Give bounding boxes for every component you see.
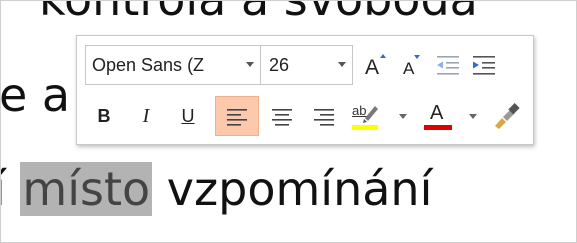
increase-indent-button[interactable] bbox=[467, 45, 501, 85]
align-center-button[interactable] bbox=[265, 96, 299, 136]
highlight-dropdown-arrow[interactable] bbox=[399, 114, 407, 119]
align-right-icon bbox=[314, 109, 334, 126]
font-size-value: 26 bbox=[269, 55, 290, 75]
mini-toolbar: Open Sans (Z 26 A A B I U ab A bbox=[76, 35, 534, 145]
font-name-value: Open Sans (Z bbox=[92, 55, 205, 75]
text-before-selection[interactable]: í bbox=[1, 162, 20, 216]
shrink-font-icon: A bbox=[399, 52, 425, 78]
font-color-icon: A bbox=[423, 101, 453, 131]
chevron-down-icon bbox=[338, 62, 346, 67]
grow-font-icon: A bbox=[363, 52, 389, 78]
decrease-indent-button[interactable] bbox=[431, 45, 465, 85]
shrink-font-button[interactable]: A bbox=[395, 45, 429, 85]
decrease-indent-icon bbox=[437, 56, 459, 75]
underline-label: U bbox=[181, 106, 195, 126]
bold-label: B bbox=[97, 106, 111, 126]
align-right-button[interactable] bbox=[307, 96, 341, 136]
format-painter-button[interactable] bbox=[489, 96, 523, 136]
italic-label: I bbox=[142, 105, 150, 127]
highlight-color-icon: ab bbox=[351, 101, 381, 131]
document-canvas[interactable]: kontrola a svoboda e a í místo vzpomínán… bbox=[0, 0, 577, 243]
font-color-dropdown-arrow[interactable] bbox=[469, 114, 477, 119]
document-text-line[interactable]: kontrola a svoboda bbox=[39, 1, 478, 27]
increase-indent-icon bbox=[473, 56, 495, 75]
italic-button[interactable]: I bbox=[129, 96, 163, 136]
highlight-color-button[interactable]: ab bbox=[349, 96, 383, 136]
underline-button[interactable]: U bbox=[171, 96, 205, 136]
align-center-icon bbox=[272, 109, 292, 126]
document-text-line[interactable]: e a bbox=[1, 67, 70, 123]
text-after-selection[interactable]: vzpomínání bbox=[152, 162, 433, 216]
format-painter-icon bbox=[495, 103, 520, 129]
font-name-dropdown[interactable]: Open Sans (Z bbox=[85, 45, 261, 85]
document-text-line[interactable]: í místo vzpomínání bbox=[1, 161, 433, 217]
font-color-button[interactable]: A bbox=[421, 96, 455, 136]
bold-button[interactable]: B bbox=[87, 96, 121, 136]
grow-font-button[interactable]: A bbox=[359, 45, 393, 85]
font-size-dropdown[interactable]: 26 bbox=[261, 45, 353, 85]
chevron-down-icon bbox=[246, 62, 254, 67]
align-left-button[interactable] bbox=[215, 96, 259, 136]
align-left-icon bbox=[227, 109, 247, 126]
selected-text[interactable]: místo bbox=[20, 162, 153, 216]
